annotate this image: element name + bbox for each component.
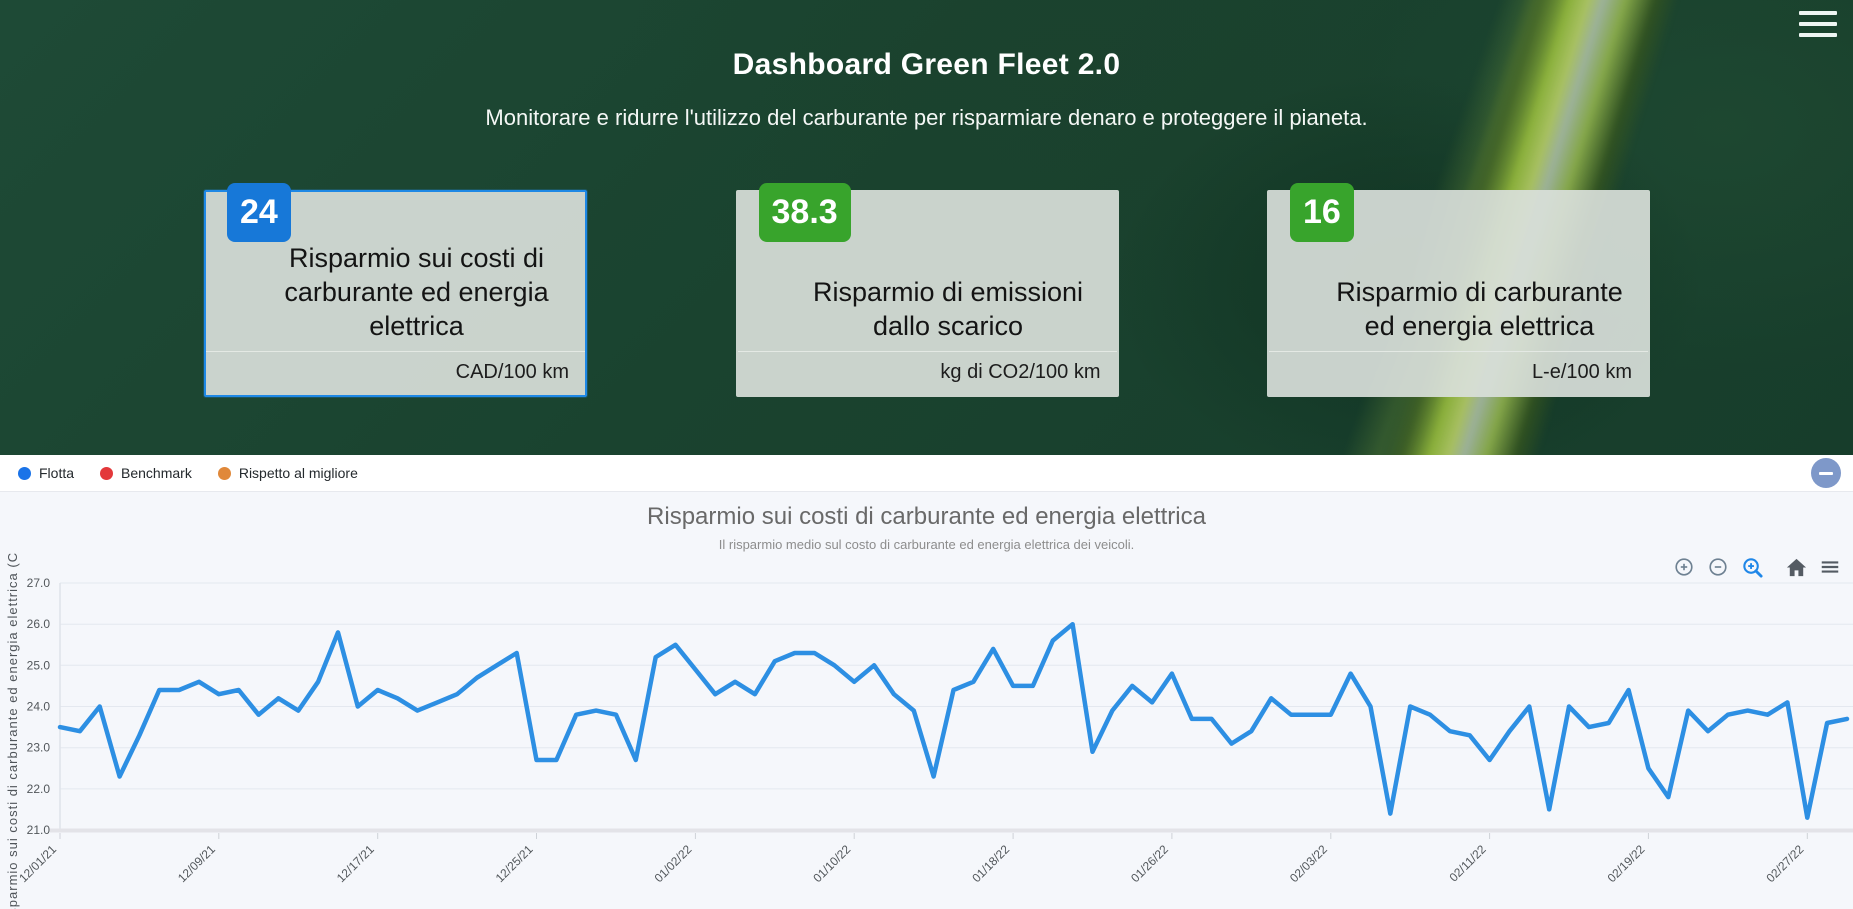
legend-label: Benchmark	[121, 465, 192, 481]
legend-dot-benchmark	[100, 467, 113, 480]
y-axis-tick-label: 24.0	[27, 700, 51, 714]
chart-legend-bar: Flotta Benchmark Rispetto al migliore	[0, 455, 1853, 492]
header: Dashboard Green Fleet 2.0 Monitorare e r…	[0, 0, 1853, 455]
y-axis-tick-label: 23.0	[27, 741, 51, 755]
zoom-out-icon[interactable]	[1705, 554, 1731, 580]
kpi-card-cost-savings[interactable]: 24 Risparmio sui costi di carburante ed …	[204, 190, 587, 397]
kpi-cards-row: 24 Risparmio sui costi di carburante ed …	[204, 190, 1650, 397]
kpi-value-badge: 16	[1290, 183, 1354, 242]
x-axis-tick-label: 02/27/22	[1763, 842, 1806, 885]
x-axis-tick-label: 12/17/21	[334, 842, 377, 885]
chart-section: 27.0 26.0 25.0 24.0 23.0 22.0 21.0 12/01/21 12/0…	[0, 492, 1853, 909]
selection-zoom-icon[interactable]	[1739, 554, 1765, 580]
kpi-card-unit: CAD/100 km	[206, 351, 585, 395]
legend-item-benchmark[interactable]: Benchmark	[100, 465, 192, 481]
hamburger-menu-icon[interactable]	[1799, 8, 1839, 40]
kpi-card-unit: L-e/100 km	[1269, 351, 1648, 395]
legend-label: Flotta	[39, 465, 74, 481]
x-axis-tick-label: 12/25/21	[493, 842, 536, 885]
legend-dot-flotta	[18, 467, 31, 480]
kpi-value-badge: 24	[227, 183, 291, 242]
x-axis-tick-label: 02/11/22	[1446, 842, 1489, 885]
x-axis-tick-label: 12/09/21	[175, 842, 218, 885]
y-axis-tick-label: 26.0	[27, 617, 51, 631]
x-axis-tick-label: 01/02/22	[652, 842, 695, 885]
legend-label: Rispetto al migliore	[239, 465, 358, 481]
y-axis-tick-label: 27.0	[27, 576, 51, 590]
y-axis-tick-label: 25.0	[27, 658, 51, 672]
x-axis-tick-label: 01/18/22	[969, 842, 1012, 885]
y-axis-tick-label: 22.0	[27, 782, 51, 796]
kpi-card-fuel-savings[interactable]: 16 Risparmio di carburante ed energia el…	[1267, 190, 1650, 397]
x-axis-tick-label: 12/01/21	[16, 842, 59, 885]
kpi-card-unit: kg di CO2/100 km	[738, 351, 1117, 395]
collapse-panel-button[interactable]	[1811, 458, 1841, 488]
y-axis-title: Risparmio sui costi di carburante ed ene…	[5, 552, 20, 909]
x-axis-line	[50, 829, 1853, 833]
legend-dot-migliore	[218, 467, 231, 480]
zoom-in-icon[interactable]	[1671, 554, 1697, 580]
chart-menu-icon[interactable]	[1817, 554, 1843, 580]
legend-item-flotta[interactable]: Flotta	[18, 465, 74, 481]
line-chart-plot[interactable]: 27.0 26.0 25.0 24.0 23.0 22.0 21.0 12/01/21 12/0…	[0, 492, 1853, 909]
x-axis-tick-label: 02/03/22	[1287, 842, 1330, 885]
kpi-card-emissions-savings[interactable]: 38.3 Risparmio di emissioni dallo scaric…	[736, 190, 1119, 397]
x-axis-tick-label: 02/19/22	[1605, 842, 1648, 885]
chart-toolbar	[1663, 554, 1843, 580]
home-reset-icon[interactable]	[1783, 554, 1809, 580]
y-axis-tick-label: 21.0	[27, 823, 51, 837]
kpi-value-badge: 38.3	[759, 183, 851, 242]
x-axis-tick-label: 01/10/22	[810, 842, 853, 885]
legend-item-rispetto-al-migliore[interactable]: Rispetto al migliore	[218, 465, 358, 481]
x-axis-tick-label: 01/26/22	[1128, 842, 1171, 885]
